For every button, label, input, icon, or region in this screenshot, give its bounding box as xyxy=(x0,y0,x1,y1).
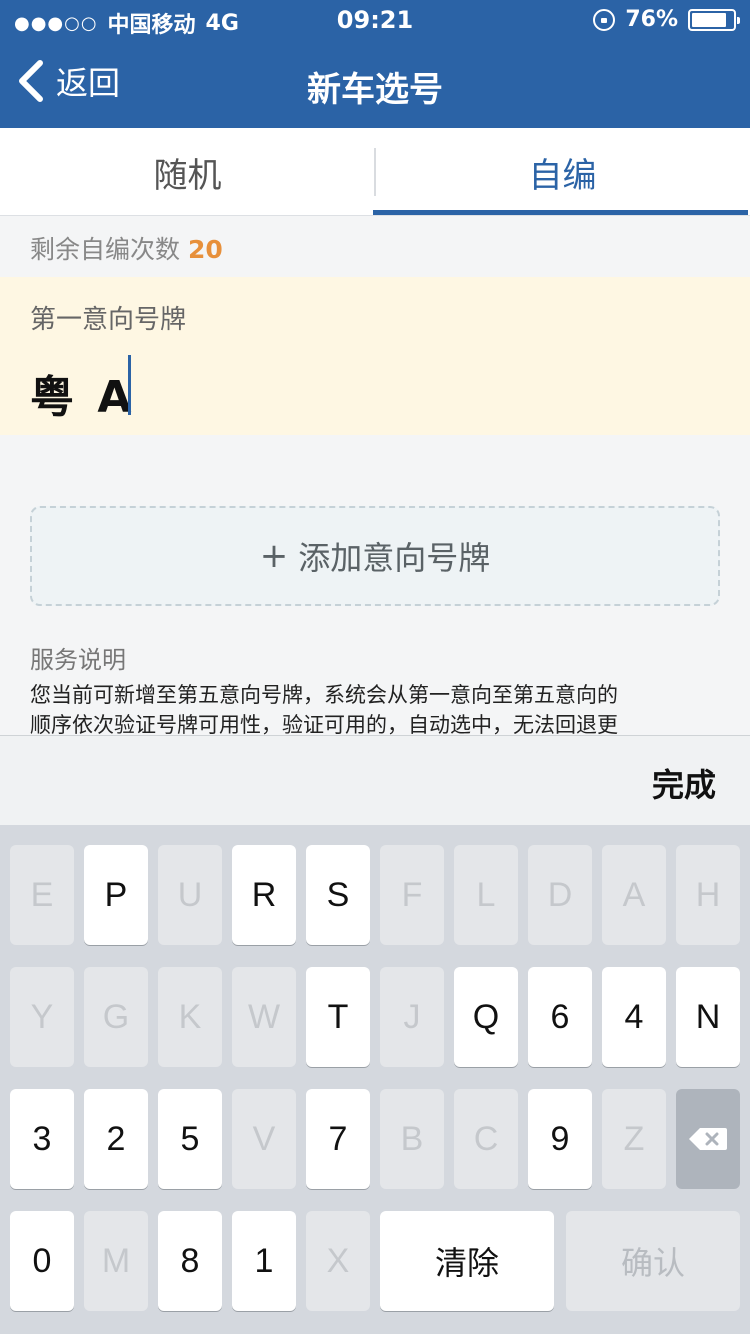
key-1[interactable]: 1 xyxy=(232,1211,296,1311)
key-a[interactable]: A xyxy=(602,845,666,945)
key-7[interactable]: 7 xyxy=(306,1089,370,1189)
key-s[interactable]: S xyxy=(306,845,370,945)
key-u[interactable]: U xyxy=(158,845,222,945)
plus-icon: + xyxy=(259,536,289,576)
key-c[interactable]: C xyxy=(454,1089,518,1189)
rotation-lock-icon xyxy=(593,8,616,31)
key-b[interactable]: B xyxy=(380,1089,444,1189)
battery-percent: 76% xyxy=(625,7,678,32)
plate-keyboard: 清除 确认 EPURSFLDAH YGKWTJQ64N 325V7BC9Z 0M81X xyxy=(0,825,750,1334)
key-w[interactable]: W xyxy=(232,967,296,1067)
service-title: 服务说明 xyxy=(30,646,126,674)
active-tab-indicator xyxy=(373,210,748,215)
key-4[interactable]: 4 xyxy=(602,967,666,1067)
service-text: 您当前可新增至第五意向号牌，系统会从第一意向至第五意向的 顺序依次验证号牌可用性… xyxy=(30,680,720,740)
key-h[interactable]: H xyxy=(676,845,740,945)
key-x[interactable]: X xyxy=(306,1211,370,1311)
status-bar: ●●●○○ 中国移动 4G 09:21 76% xyxy=(0,0,750,40)
battery-icon xyxy=(688,8,740,31)
service-line-1: 您当前可新增至第五意向号牌，系统会从第一意向至第五意向的 xyxy=(30,683,618,707)
page-title: 新车选号 xyxy=(307,70,443,110)
key-d[interactable]: D xyxy=(528,845,592,945)
keyboard-toolbar: 完成 xyxy=(0,735,750,825)
key-e[interactable]: E xyxy=(10,845,74,945)
key-j[interactable]: J xyxy=(380,967,444,1067)
tab-bar: 随机 自编 xyxy=(0,128,750,216)
key-0[interactable]: 0 xyxy=(10,1211,74,1311)
key-5[interactable]: 5 xyxy=(158,1089,222,1189)
key-8[interactable]: 8 xyxy=(158,1211,222,1311)
tab-random[interactable]: 随机 xyxy=(0,128,375,216)
key-2[interactable]: 2 xyxy=(84,1089,148,1189)
key-v[interactable]: V xyxy=(232,1089,296,1189)
clear-key[interactable]: 清除 xyxy=(380,1211,554,1311)
remaining-count: 20 xyxy=(188,235,223,264)
key-z[interactable]: Z xyxy=(602,1089,666,1189)
key-f[interactable]: F xyxy=(380,845,444,945)
confirm-key[interactable]: 确认 xyxy=(566,1211,740,1311)
text-caret xyxy=(128,355,131,415)
key-m[interactable]: M xyxy=(84,1211,148,1311)
plate-label: 第一意向号牌 xyxy=(30,305,187,335)
status-right: 76% xyxy=(593,7,740,32)
header: ●●●○○ 中国移动 4G 09:21 76% 返回 新车选号 xyxy=(0,0,750,128)
key-y[interactable]: Y xyxy=(10,967,74,1067)
key-r[interactable]: R xyxy=(232,845,296,945)
delete-key[interactable] xyxy=(676,1089,740,1189)
nav-bar: 返回 新车选号 xyxy=(0,44,750,128)
remaining-count-row: 剩余自编次数 20 xyxy=(30,230,223,266)
backspace-icon xyxy=(689,1128,727,1150)
key-l[interactable]: L xyxy=(454,845,518,945)
key-p[interactable]: P xyxy=(84,845,148,945)
key-t[interactable]: T xyxy=(306,967,370,1067)
plate-input[interactable]: 粤 A xyxy=(30,361,135,425)
key-q[interactable]: Q xyxy=(454,967,518,1067)
add-plate-label: 添加意向号牌 xyxy=(298,539,491,577)
key-3[interactable]: 3 xyxy=(10,1089,74,1189)
key-9[interactable]: 9 xyxy=(528,1089,592,1189)
add-plate-button[interactable]: + 添加意向号牌 xyxy=(30,506,720,606)
key-n[interactable]: N xyxy=(676,967,740,1067)
key-k[interactable]: K xyxy=(158,967,222,1067)
plate-input-area: 第一意向号牌 粤 A xyxy=(0,277,750,435)
key-6[interactable]: 6 xyxy=(528,967,592,1067)
key-g[interactable]: G xyxy=(84,967,148,1067)
done-button[interactable]: 完成 xyxy=(652,760,716,806)
tab-custom[interactable]: 自编 xyxy=(375,128,750,216)
remaining-label: 剩余自编次数 xyxy=(30,235,181,264)
